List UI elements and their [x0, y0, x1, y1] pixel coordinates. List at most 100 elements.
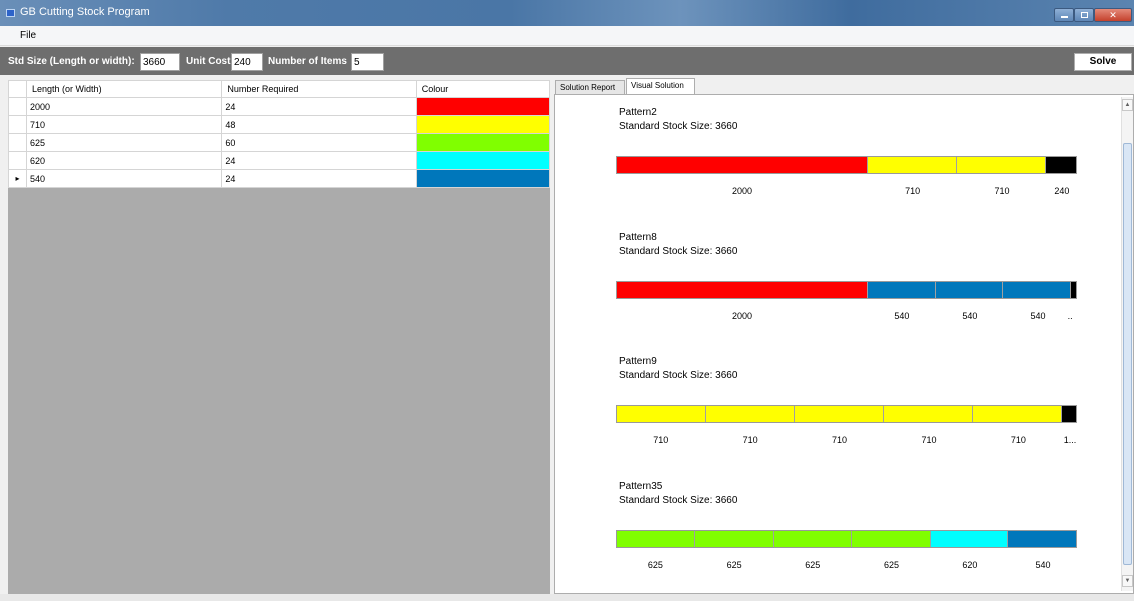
bar-segment	[617, 282, 868, 298]
pattern-bar-labels: 625 625 625 625 620 540	[616, 560, 1077, 572]
cell-number-required[interactable]: 48	[221, 115, 417, 134]
cell-colour-swatch[interactable]	[415, 97, 551, 116]
tab-solution-report[interactable]: Solution Report	[555, 80, 625, 95]
close-icon: ✕	[1109, 10, 1117, 20]
visual-solution-panel: Pattern2 Standard Stock Size: 3660 2000 710…	[554, 94, 1134, 594]
segment-length-label: 710	[994, 186, 1010, 196]
column-header-colour[interactable]: Colour	[415, 80, 551, 98]
table-row[interactable]: 625 60	[7, 133, 551, 152]
scroll-up-arrow-icon[interactable]: ▲	[1122, 99, 1133, 111]
bar-segment	[773, 531, 853, 547]
app-icon	[6, 9, 15, 17]
column-header-length[interactable]: Length (or Width)	[26, 80, 223, 98]
number-of-items-label: Number of Items	[268, 56, 347, 67]
bar-segment	[884, 406, 974, 422]
app-window: GB Cutting Stock Program ✕ File Std Size…	[0, 0, 1134, 601]
bar-segment	[706, 406, 796, 422]
segment-length-label: 540	[894, 311, 910, 321]
menu-bar: File	[0, 26, 1134, 46]
pattern-bar	[616, 281, 1077, 299]
cell-length[interactable]: 710	[26, 115, 223, 134]
bar-segment	[617, 406, 707, 422]
pattern-bar	[616, 405, 1077, 423]
segment-length-label: ..	[1067, 311, 1073, 321]
pattern-bar	[616, 530, 1077, 548]
current-row-arrow-icon: ▸	[15, 174, 20, 183]
std-size-label: Std Size (Length or width):	[8, 56, 135, 67]
row-header[interactable]	[7, 115, 28, 134]
scroll-down-arrow-icon[interactable]: ▼	[1122, 575, 1133, 587]
pattern-name: Pattern35	[619, 481, 663, 492]
close-button[interactable]: ✕	[1094, 8, 1132, 22]
bar-segment	[1062, 406, 1076, 422]
stock-size-text: Standard Stock Size: 3660	[619, 370, 738, 381]
cell-number-required[interactable]: 24	[221, 151, 417, 170]
segment-length-label: 710	[905, 186, 921, 196]
cell-length[interactable]: 540	[26, 169, 223, 188]
table-row[interactable]: 710 48	[7, 115, 551, 134]
segment-length-label: 540	[962, 311, 978, 321]
cell-colour-swatch[interactable]	[415, 151, 551, 170]
bar-segment	[867, 157, 957, 173]
segment-length-label: 2000	[731, 311, 752, 321]
segment-length-label: 625	[647, 560, 663, 570]
stock-size-text: Standard Stock Size: 3660	[619, 495, 738, 506]
cell-colour-swatch[interactable]	[415, 169, 551, 188]
segment-length-label: 710	[832, 435, 848, 445]
bar-segment	[1045, 157, 1076, 173]
scroll-thumb[interactable]	[1123, 143, 1132, 565]
minimize-icon	[1060, 16, 1068, 18]
menu-file[interactable]: File	[20, 30, 36, 41]
pattern-bar-labels: 710 710 710 710 710 1...	[616, 435, 1077, 447]
cell-colour-swatch[interactable]	[415, 133, 551, 152]
cell-number-required[interactable]: 24	[221, 169, 417, 188]
segment-length-label: 625	[805, 560, 821, 570]
vertical-scrollbar[interactable]: ▲ ▼	[1121, 97, 1133, 591]
unit-cost-input[interactable]	[231, 53, 263, 71]
segment-length-label: 540	[1030, 311, 1046, 321]
segment-length-label: 540	[1035, 560, 1051, 570]
bar-segment	[695, 531, 774, 547]
segment-length-label: 710	[742, 435, 758, 445]
items-grid-panel: Length (or Width) Number Required Colour…	[7, 80, 551, 594]
table-row[interactable]: ▸ 540 24	[7, 169, 551, 188]
stock-size-text: Standard Stock Size: 3660	[619, 121, 738, 132]
maximize-button[interactable]	[1074, 8, 1094, 22]
cell-length[interactable]: 2000	[26, 97, 223, 116]
bar-segment	[867, 282, 936, 298]
cell-number-required[interactable]: 60	[221, 133, 417, 152]
pattern-bar	[616, 156, 1077, 174]
bar-segment	[973, 406, 1063, 422]
stock-size-text: Standard Stock Size: 3660	[619, 246, 738, 257]
row-header[interactable]	[7, 151, 28, 170]
bar-segment	[1008, 531, 1076, 547]
segment-length-label: 625	[726, 560, 742, 570]
cell-length[interactable]: 625	[26, 133, 223, 152]
items-grid: Length (or Width) Number Required Colour…	[7, 80, 551, 188]
pattern-bar-labels: 2000 540 540 540..	[616, 311, 1077, 323]
row-header[interactable]: ▸	[7, 169, 28, 188]
bar-segment	[617, 157, 868, 173]
segment-length-label: 2000	[731, 186, 752, 196]
table-row[interactable]: 2000 24	[7, 97, 551, 116]
cell-number-required[interactable]: 24	[221, 97, 417, 116]
bar-segment	[956, 157, 1046, 173]
title-bar[interactable]: GB Cutting Stock Program ✕	[0, 0, 1134, 26]
table-row[interactable]: 620 24	[7, 151, 551, 170]
row-header-corner	[7, 80, 28, 98]
cell-length[interactable]: 620	[26, 151, 223, 170]
segment-length-label: 625	[884, 560, 900, 570]
input-toolbar: Std Size (Length or width): Unit Cost Nu…	[0, 47, 1134, 75]
number-of-items-input[interactable]	[351, 53, 384, 71]
row-header[interactable]	[7, 97, 28, 116]
cell-colour-swatch[interactable]	[415, 115, 551, 134]
segment-length-label: 710	[921, 435, 937, 445]
row-header[interactable]	[7, 133, 28, 152]
std-size-input[interactable]	[140, 53, 180, 71]
column-header-number-required[interactable]: Number Required	[221, 80, 417, 98]
bar-segment	[930, 531, 1009, 547]
segment-length-label: 710	[1010, 435, 1026, 445]
minimize-button[interactable]	[1054, 8, 1074, 22]
tab-visual-solution[interactable]: Visual Solution	[626, 78, 695, 95]
solve-button[interactable]: Solve	[1074, 53, 1132, 71]
